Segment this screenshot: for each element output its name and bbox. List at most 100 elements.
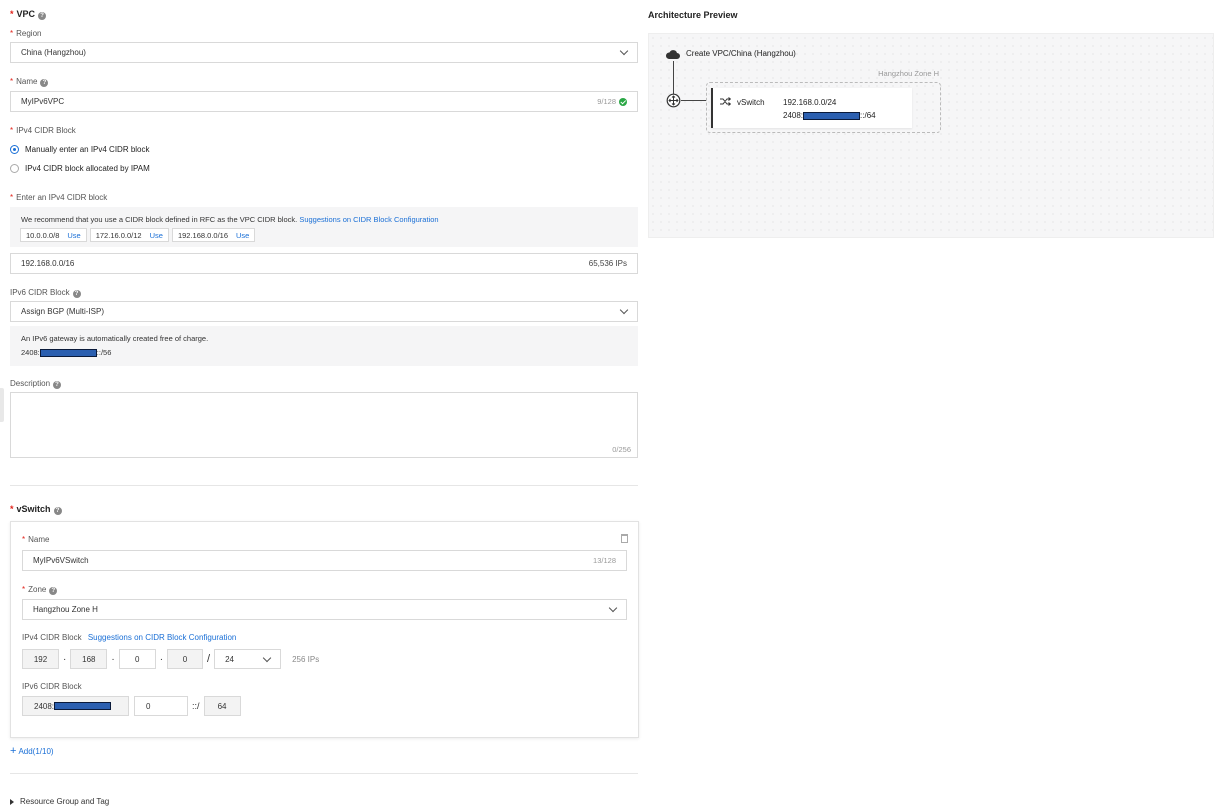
ipv4-radio-ipam[interactable]: IPv4 CIDR block allocated by IPAM [10,164,150,173]
chevron-down-icon [619,46,629,56]
ipv6-separator: ::/ [192,701,200,711]
region-value: China (Hangzhou) [21,48,86,57]
radio-selected-icon [10,145,19,154]
section-divider [10,773,638,774]
help-icon[interactable]: ? [53,507,62,515]
ipv6-mask: 64 [203,696,241,716]
enter-cidr-label: * Enter an IPv4 CIDR block [10,193,108,202]
name-label: * Name? [10,77,49,87]
vswitch-cidr-suggestions-link[interactable]: Suggestions on CIDR Block Configuration [88,633,237,642]
ipv6-note: An IPv6 gateway is automatically created… [21,334,209,343]
caret-right-icon [10,798,14,805]
help-icon[interactable]: ? [72,290,81,298]
vpc-name-input[interactable]: MyIPv6VPC 9/128 [10,91,638,112]
ipv6-label: IPv6 CIDR Block? [10,288,81,298]
vswitch-ipv6-label: IPv6 CIDR Block [22,682,82,691]
side-collapse-handle[interactable] [0,388,4,422]
add-vswitch-button[interactable]: + Add(1/10) [10,745,54,757]
chevron-down-icon [262,653,272,662]
suggestion-cidr: 192.168.0.0/16 [177,230,228,240]
ipv4-octets: 192 · 168 · 0 · 0 / 24 256 IPs [22,649,319,669]
zone-label: * Zone? [22,585,58,595]
router-icon [666,93,681,108]
vpc-section-title: * VPC? [10,9,47,20]
ipv6-prefix: 2408: [22,696,129,716]
architecture-preview: Create VPC/China (Hangzhou) Hangzhou Zon… [648,33,1214,238]
zone-select[interactable]: Hangzhou Zone H [22,599,627,620]
redacted-block [803,111,861,120]
suggestion-chip: 172.16.0.0/12 Use [89,228,169,242]
suggestion-chip: 10.0.0.0/8 Use [20,228,87,242]
cidr-recommendation-box: We recommend that you use a CIDR block d… [10,207,638,247]
zone-box: vSwitch 192.168.0.0/24 2408:::/64 [706,82,941,133]
ipv4-cidr-input[interactable]: 192.168.0.0/16 65,536 IPs [10,253,638,274]
octet-1: 192 [22,649,59,669]
octet-3-input[interactable]: 0 [118,649,156,669]
mask-select[interactable]: 24 [214,649,282,669]
add-label: Add(1/10) [18,746,54,756]
resource-group-toggle[interactable]: Resource Group and Tag [10,797,109,806]
cidr-value: 192.168.0.0/16 [21,259,75,268]
connector-line [673,61,674,95]
help-icon[interactable]: ? [53,381,62,389]
suggestion-chip: 192.168.0.0/16 Use [171,228,256,242]
name-counter: 9/128 [597,97,616,106]
ipv6-select[interactable]: Assign BGP (Multi-ISP) [10,301,638,322]
ipv4-radio-manual[interactable]: Manually enter an IPv4 CIDR block [10,145,150,154]
vswitch-ipv4-label: IPv4 CIDR Block Suggestions on CIDR Bloc… [22,633,237,642]
check-circle-icon [619,97,627,106]
vswitch-name-counter: 13/128 [593,556,616,565]
use-button[interactable]: Use [150,231,163,240]
chevron-down-icon [619,305,629,315]
use-button[interactable]: Use [67,231,80,240]
vswitch-card: * Name MyIPv6VSwitch 13/128 * Zone? Hangzh… [10,521,639,738]
section-divider [10,485,638,486]
vswitch-node[interactable]: vSwitch 192.168.0.0/24 2408:::/64 [711,88,912,128]
ipv6-subnet-input[interactable]: 0 [134,696,188,716]
help-icon[interactable]: ? [49,587,58,595]
ipv6-info-box: An IPv6 gateway is automatically created… [10,326,638,366]
preview-ipv6: 2408:::/64 [783,111,876,120]
cloud-icon [665,50,680,59]
region-label: * Region [10,29,42,38]
recommend-text: We recommend that you use a CIDR block d… [21,215,298,224]
shuffle-icon [720,97,731,106]
preview-vpc-label: Create VPC/China (Hangzhou) [686,49,796,58]
cidr-suggestions-link[interactable]: Suggestions on CIDR Block Configuration [299,215,438,224]
plus-icon: + [10,745,17,757]
ipv6-inputs: 2408: 0 ::/ 64 [22,696,241,716]
description-textarea[interactable]: 0/256 [10,392,638,458]
help-icon[interactable]: ? [38,12,47,20]
trash-icon[interactable] [621,534,628,543]
use-button[interactable]: Use [236,231,249,240]
vswitch-name-value: MyIPv6VSwitch [33,556,89,565]
radio-label: IPv4 CIDR block allocated by IPAM [25,164,150,173]
ipv6-block: 2408:::/56 [21,348,112,357]
redacted-block [39,348,97,357]
resource-group-label: Resource Group and Tag [20,797,110,806]
ipv6-value: Assign BGP (Multi-ISP) [21,307,104,316]
octet-2: 168 [70,649,108,669]
region-select[interactable]: China (Hangzhou) [10,42,638,63]
vswitch-name-label: * Name [22,535,50,544]
help-icon[interactable]: ? [40,79,49,87]
chevron-down-icon [608,603,618,613]
description-counter: 0/256 [612,445,631,454]
ip-count: 65,536 IPs [588,259,627,268]
vswitch-section-title: * vSwitch? [10,504,62,515]
octet-4: 0 [167,649,204,669]
zone-value: Hangzhou Zone H [33,605,98,614]
mask-value: 24 [225,654,234,664]
vswitch-ip-count: 256 IPs [292,654,320,664]
preview-title: Architecture Preview [648,10,738,20]
preview-ipv4: 192.168.0.0/24 [783,98,837,107]
vswitch-name-input[interactable]: MyIPv6VSwitch 13/128 [22,550,627,571]
suggestion-cidr: 10.0.0.0/8 [26,230,60,240]
redacted-block [54,702,112,710]
radio-unselected-icon [10,164,19,173]
connector-line [681,100,706,101]
ipv4-label: * IPv4 CIDR Block [10,126,76,135]
preview-vswitch-label: vSwitch [737,98,765,107]
radio-label: Manually enter an IPv4 CIDR block [25,145,150,154]
description-label: Description? [10,379,62,389]
